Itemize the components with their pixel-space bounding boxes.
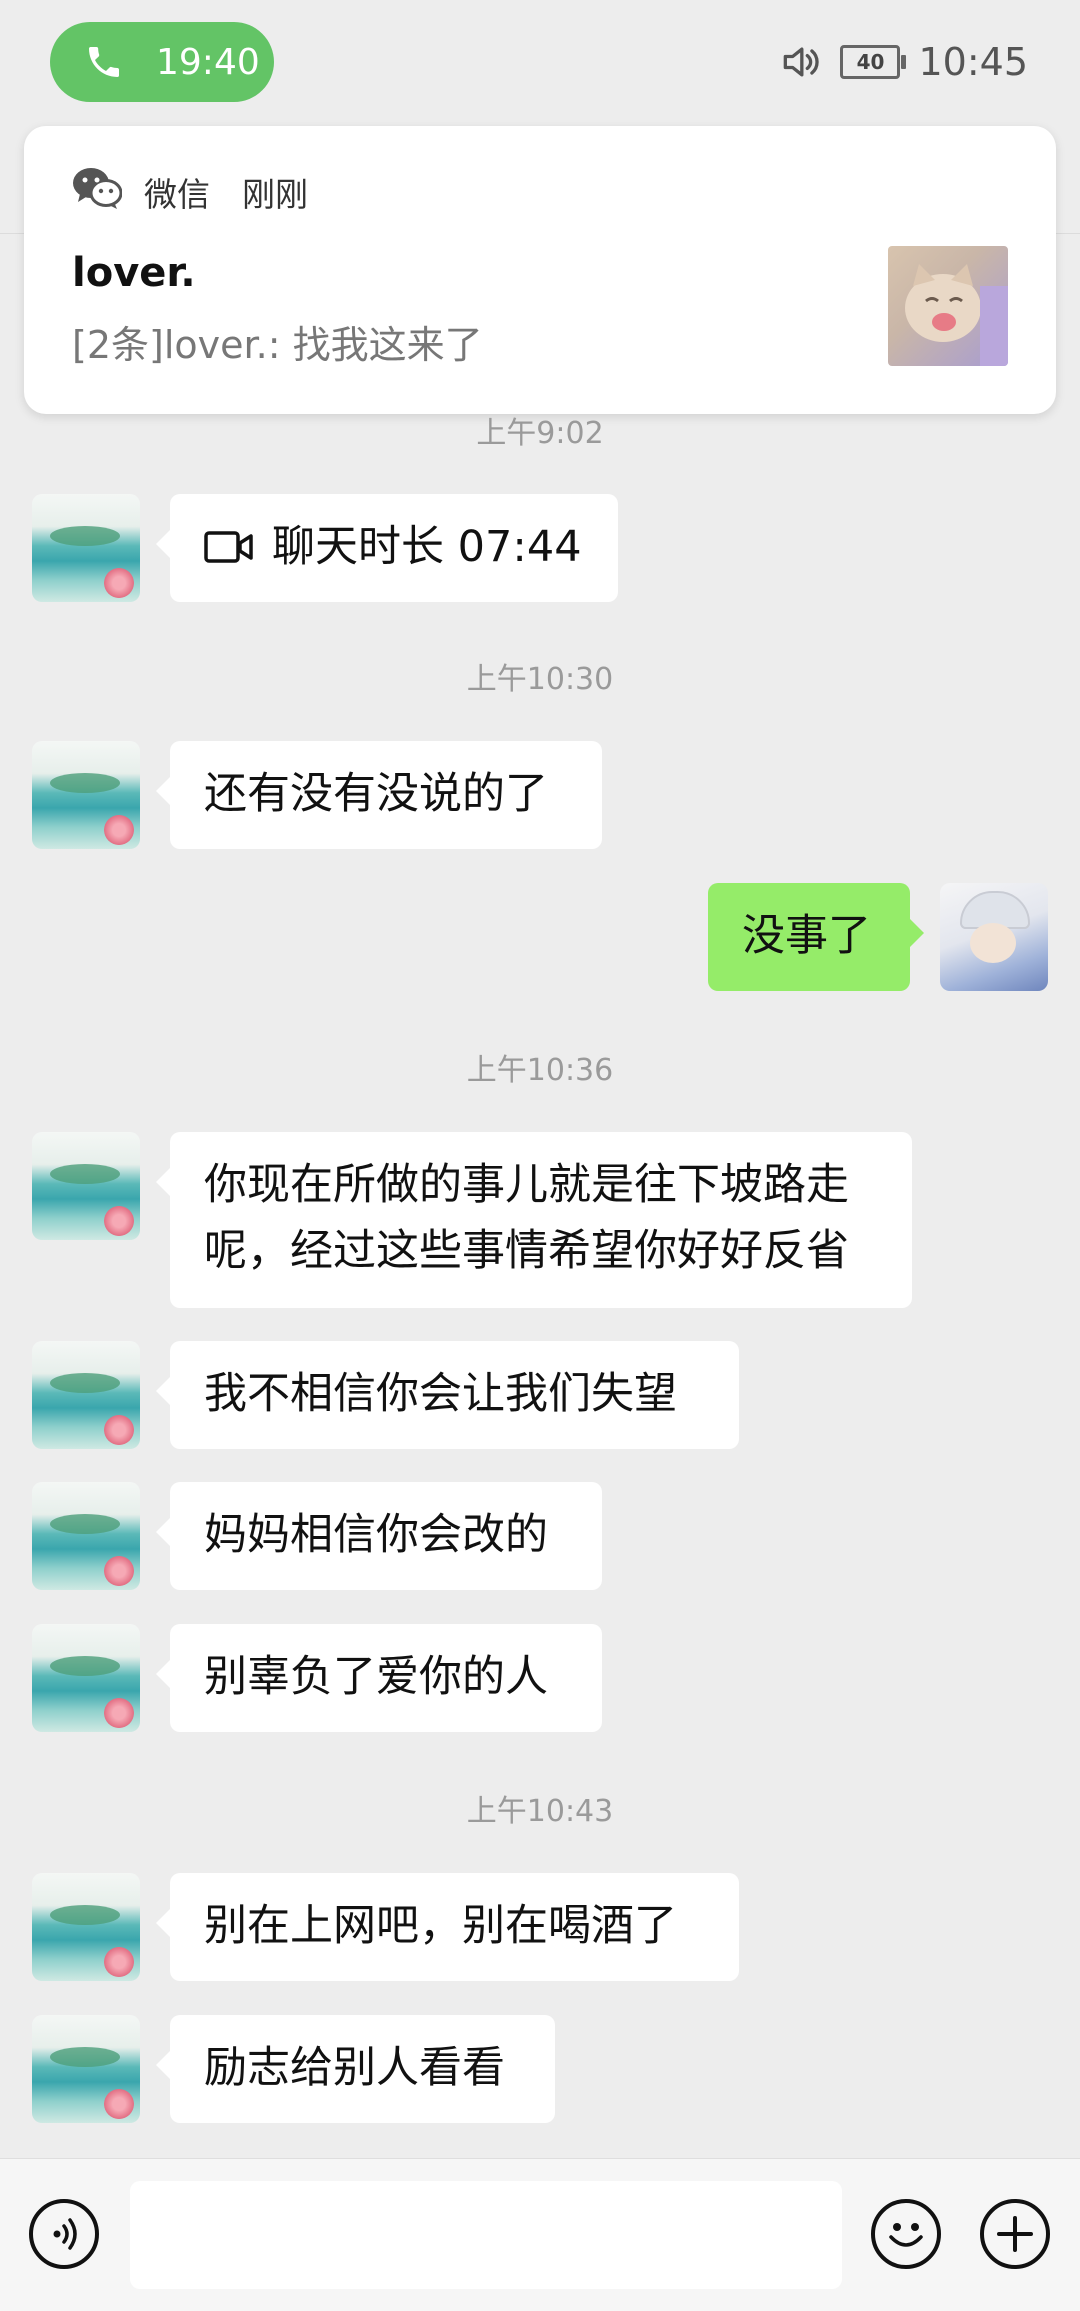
message-text: 励志给别人看看 — [204, 2043, 505, 2093]
message-text: 别辜负了爱你的人 — [204, 1652, 548, 1702]
timestamp: 上午9:02 — [476, 416, 604, 451]
contact-avatar[interactable] — [32, 1132, 140, 1240]
message-text: 我不相信你会让我们失望 — [204, 1369, 677, 1419]
voice-icon — [53, 2218, 77, 2250]
voice-input-button[interactable] — [29, 2199, 99, 2269]
message-bubble-video-call[interactable]: 聊天时长 07:44 — [156, 494, 618, 602]
timestamp: 上午10:43 — [466, 1794, 614, 1829]
message-bubble[interactable]: 励志给别人看看 — [156, 2015, 555, 2123]
contact-avatar[interactable] — [32, 741, 140, 849]
more-actions-button[interactable] — [980, 2199, 1050, 2269]
emoji-button[interactable] — [871, 2199, 941, 2269]
message-input[interactable] — [130, 2181, 842, 2289]
message-text: 聊天时长 07:44 — [272, 522, 582, 572]
chat-input-bar — [0, 2158, 1080, 2311]
message-bubble-outgoing[interactable]: 没事了 — [708, 883, 924, 991]
clock: 10:45 — [918, 40, 1028, 84]
message-bubble[interactable]: 我不相信你会让我们失望 — [156, 1341, 739, 1449]
phone-icon — [89, 47, 119, 77]
message-text-line: 你现在所做的事儿就是往下坡路走 — [204, 1160, 849, 1210]
status-bar: 19:40 40 10:45 — [0, 0, 1080, 125]
message-bubble[interactable]: 别辜负了爱你的人 — [156, 1624, 602, 1732]
video-call-icon — [204, 530, 253, 563]
notification-preview: [2条]lover.: 找我这来了 — [72, 323, 483, 367]
message-bubble[interactable]: 别在上网吧，别在喝酒了 — [156, 1873, 739, 1981]
message-text-line: 呢，经过这些事情希望你好好反省 — [204, 1226, 849, 1276]
message-text: 别在上网吧，别在喝酒了 — [204, 1901, 677, 1951]
message-bubble[interactable]: 你现在所做的事儿就是往下坡路走 呢，经过这些事情希望你好好反省 — [156, 1132, 912, 1308]
timestamp: 上午10:36 — [466, 1053, 614, 1088]
contact-avatar[interactable] — [32, 1482, 140, 1590]
message-text: 还有没有没说的了 — [204, 769, 548, 819]
contact-avatar[interactable] — [32, 494, 140, 602]
status-indicators: 40 10:45 — [778, 36, 1028, 88]
volume-icon — [784, 47, 820, 77]
wechat-icon — [73, 168, 122, 209]
message-notification[interactable]: 微信 刚刚 lover. [2条]lover.: 找我这来了 — [24, 126, 1056, 414]
ongoing-call-pill[interactable]: 19:40 — [50, 22, 274, 102]
notification-time: 刚刚 — [242, 175, 308, 214]
message-bubble[interactable]: 妈妈相信你会改的 — [156, 1482, 602, 1590]
contact-avatar[interactable] — [32, 1624, 140, 1732]
timestamp: 上午10:30 — [466, 662, 614, 697]
plus-icon — [997, 2216, 1033, 2252]
my-avatar[interactable] — [940, 883, 1048, 991]
notification-app-name: 微信 — [144, 175, 210, 214]
battery-icon: 40 — [840, 45, 907, 79]
call-duration: 19:40 — [156, 41, 260, 83]
message-bubble[interactable]: 还有没有没说的了 — [156, 741, 602, 849]
notification-sender: lover. — [72, 250, 196, 296]
sender-avatar-thumbnail — [888, 246, 1008, 366]
message-text: 妈妈相信你会改的 — [204, 1510, 548, 1560]
contact-avatar[interactable] — [32, 1341, 140, 1449]
contact-avatar[interactable] — [32, 2015, 140, 2123]
message-text: 没事了 — [742, 911, 871, 961]
contact-avatar[interactable] — [32, 1873, 140, 1981]
emoji-icon — [889, 2223, 923, 2247]
